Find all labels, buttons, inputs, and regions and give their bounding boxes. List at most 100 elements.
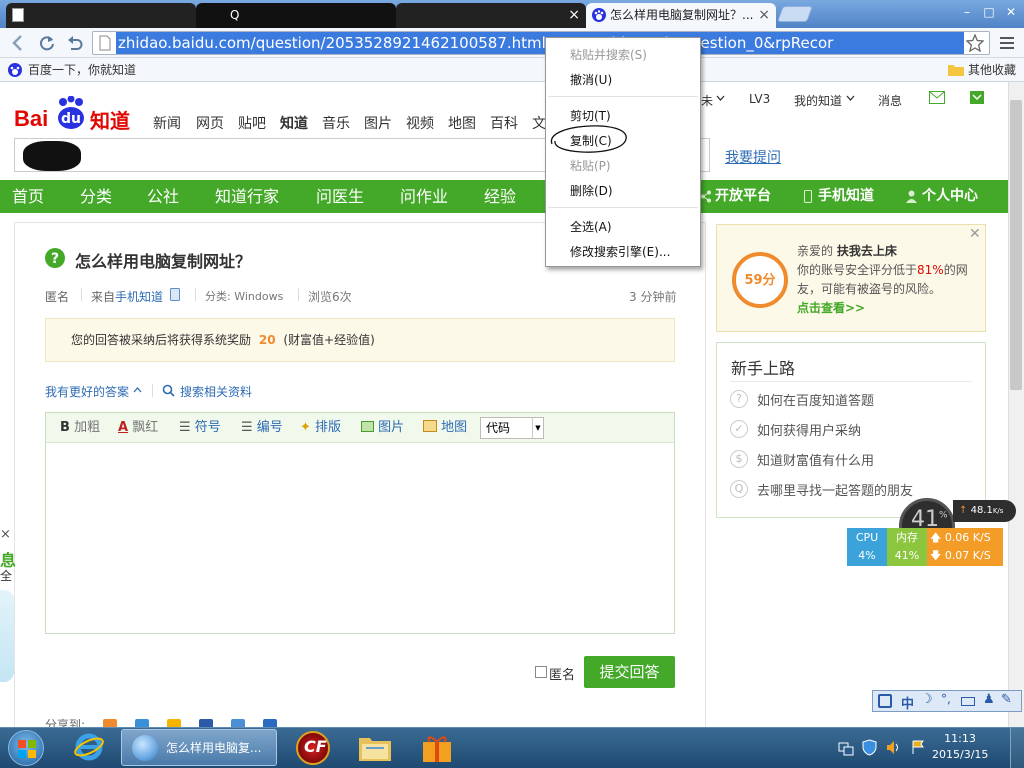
nav-doctor[interactable]: 问医生 bbox=[316, 180, 364, 213]
red-button[interactable]: A 飘红 bbox=[118, 413, 158, 443]
search-input[interactable] bbox=[14, 138, 560, 172]
nav-video[interactable]: 视频 bbox=[406, 113, 434, 133]
taskbar-window-browser[interactable]: 怎么样用电脑复... bbox=[121, 729, 277, 766]
nav-tieba[interactable]: 贴吧 bbox=[238, 113, 266, 133]
game-taskbar-icon[interactable]: CF bbox=[296, 731, 330, 765]
menu-paste[interactable]: 粘贴(P) bbox=[570, 157, 611, 174]
share-icon[interactable] bbox=[199, 719, 213, 727]
undo-icon[interactable] bbox=[66, 34, 84, 52]
share-icon[interactable] bbox=[263, 719, 277, 727]
menu-edit-search-engines[interactable]: 修改搜索引擎(E)... bbox=[570, 243, 670, 260]
ask-question-link[interactable]: 我要提问 bbox=[725, 147, 781, 167]
side-ad-close-icon[interactable]: × bbox=[0, 527, 11, 542]
nav-open-platform[interactable]: 开放平台 bbox=[715, 180, 771, 213]
nav-wenku[interactable]: 文 bbox=[532, 113, 546, 133]
user-menu-partial[interactable]: 未 bbox=[701, 92, 713, 109]
nav-baike[interactable]: 百科 bbox=[490, 113, 518, 133]
user-level[interactable]: LV3 bbox=[749, 92, 770, 106]
shield-tray-icon[interactable] bbox=[862, 739, 877, 756]
halfwidth-moon-icon[interactable]: ☽ bbox=[921, 692, 933, 707]
nav-mobile-zhidao[interactable]: 手机知道 bbox=[818, 180, 874, 213]
scrollbar-thumb[interactable] bbox=[1010, 100, 1022, 390]
submit-answer-button[interactable]: 提交回答 bbox=[584, 656, 675, 688]
bold-button[interactable]: B 加粗 bbox=[60, 413, 100, 443]
nav-map[interactable]: 地图 bbox=[448, 113, 476, 133]
system-clock[interactable]: 11:13 2015/3/15 bbox=[932, 731, 988, 763]
tab-2[interactable]: Q bbox=[196, 3, 396, 28]
bookmark-other[interactable]: 其他收藏 bbox=[968, 58, 1016, 82]
app-taskbar-icon[interactable] bbox=[420, 732, 454, 764]
security-close-icon[interactable]: ✕ bbox=[969, 226, 981, 242]
my-zhidao-menu[interactable]: 我的知道 bbox=[794, 92, 842, 109]
side-ad-text[interactable]: 全 bbox=[0, 567, 12, 584]
share-icon[interactable] bbox=[231, 719, 245, 727]
volume-tray-icon[interactable] bbox=[886, 740, 902, 755]
explorer-taskbar-icon[interactable] bbox=[358, 734, 392, 762]
start-button[interactable] bbox=[8, 730, 44, 766]
search-related-link[interactable]: 搜索相关资料 bbox=[180, 383, 252, 400]
symbol-button[interactable]: ☰ 符号 bbox=[179, 413, 221, 443]
nav-news[interactable]: 新闻 bbox=[153, 113, 181, 133]
tab-active[interactable]: 怎么样用电脑复制网址？... × bbox=[586, 3, 776, 28]
nav-experience[interactable]: 经验 bbox=[484, 180, 516, 213]
flag-tray-icon[interactable] bbox=[910, 740, 926, 755]
mail-icon[interactable] bbox=[929, 91, 945, 104]
ime-toolbar[interactable]: 中 ☽ °, ♟ ✎ bbox=[872, 690, 1022, 712]
punctuation-icon[interactable]: °, bbox=[941, 692, 951, 706]
app-icon[interactable] bbox=[970, 91, 984, 104]
messages-link[interactable]: 消息 bbox=[878, 92, 902, 109]
code-language-select[interactable]: 代码 ▼ bbox=[480, 417, 544, 439]
tab-1[interactable] bbox=[6, 3, 196, 28]
menu-icon[interactable] bbox=[1000, 36, 1014, 50]
map-button[interactable]: 地图 bbox=[423, 413, 467, 443]
minimize-button[interactable]: – bbox=[956, 4, 978, 20]
anonymous-checkbox[interactable] bbox=[535, 666, 547, 678]
newbie-item[interactable]: 如何获得用户采纳 bbox=[757, 420, 861, 439]
nav-images[interactable]: 图片 bbox=[364, 113, 392, 133]
restore-button[interactable]: □ bbox=[978, 4, 1000, 20]
nav-zhidao[interactable]: 知道 bbox=[280, 113, 308, 133]
ime-mode[interactable]: 中 bbox=[901, 693, 914, 712]
newbie-item[interactable]: 如何在百度知道答题 bbox=[757, 390, 874, 409]
tab-3-close-icon[interactable]: × bbox=[568, 3, 580, 27]
meta-from-link[interactable]: 手机知道 bbox=[115, 290, 163, 304]
menu-delete[interactable]: 删除(D) bbox=[570, 182, 613, 199]
layout-button[interactable]: ✦ 排版 bbox=[300, 413, 341, 443]
newbie-item[interactable]: 去哪里寻找一起答题的朋友 bbox=[757, 480, 927, 499]
image-button[interactable]: 图片 bbox=[361, 413, 404, 443]
keyboard-icon[interactable] bbox=[961, 697, 975, 706]
network-tray-icon[interactable] bbox=[838, 740, 854, 756]
share-icon[interactable] bbox=[135, 719, 149, 727]
bookmark-star-icon[interactable] bbox=[966, 34, 984, 52]
new-tab-button[interactable] bbox=[777, 6, 813, 22]
ime-logo-icon[interactable] bbox=[878, 694, 892, 708]
share-icon[interactable] bbox=[167, 719, 181, 727]
tab-active-close-icon[interactable]: × bbox=[758, 3, 770, 27]
nav-homework[interactable]: 问作业 bbox=[400, 180, 448, 213]
menu-undo[interactable]: 撤消(U) bbox=[570, 71, 612, 88]
nav-category[interactable]: 分类 bbox=[80, 180, 112, 213]
bookmark-baidu[interactable]: 百度一下，你就知道 bbox=[28, 58, 136, 82]
meta-category[interactable]: 分类: Windows bbox=[205, 288, 283, 304]
show-desktop-button[interactable] bbox=[1010, 728, 1024, 768]
tab-3[interactable]: × bbox=[396, 3, 586, 28]
share-icon[interactable] bbox=[103, 719, 117, 727]
side-ad-graphic[interactable] bbox=[0, 590, 14, 682]
ie-taskbar-icon[interactable] bbox=[74, 732, 104, 762]
user-icon[interactable]: ♟ bbox=[983, 692, 995, 707]
nav-home[interactable]: 首页 bbox=[12, 180, 44, 213]
better-answer-link[interactable]: 我有更好的答案 bbox=[45, 383, 129, 400]
nav-community[interactable]: 公社 bbox=[147, 180, 179, 213]
reload-icon[interactable] bbox=[38, 34, 56, 52]
menu-select-all[interactable]: 全选(A) bbox=[570, 218, 612, 235]
system-monitor[interactable]: CPU 4% 内存 41% 🡅 0.06 K/S 🡇 0.07 K/S bbox=[847, 528, 1003, 566]
number-button[interactable]: ☰ 编号 bbox=[241, 413, 283, 443]
answer-editor[interactable] bbox=[45, 412, 675, 634]
settings-wrench-icon[interactable]: ✎ bbox=[1001, 692, 1012, 707]
newbie-item[interactable]: 知道财富值有什么用 bbox=[757, 450, 874, 469]
security-link[interactable]: 点击查看>> bbox=[797, 299, 982, 318]
back-icon[interactable] bbox=[10, 34, 26, 52]
url-text[interactable]: zhidao.baidu.com/question/20535289214621… bbox=[116, 32, 964, 54]
nav-user-center[interactable]: 个人中心 bbox=[922, 180, 978, 213]
nav-music[interactable]: 音乐 bbox=[322, 113, 350, 133]
